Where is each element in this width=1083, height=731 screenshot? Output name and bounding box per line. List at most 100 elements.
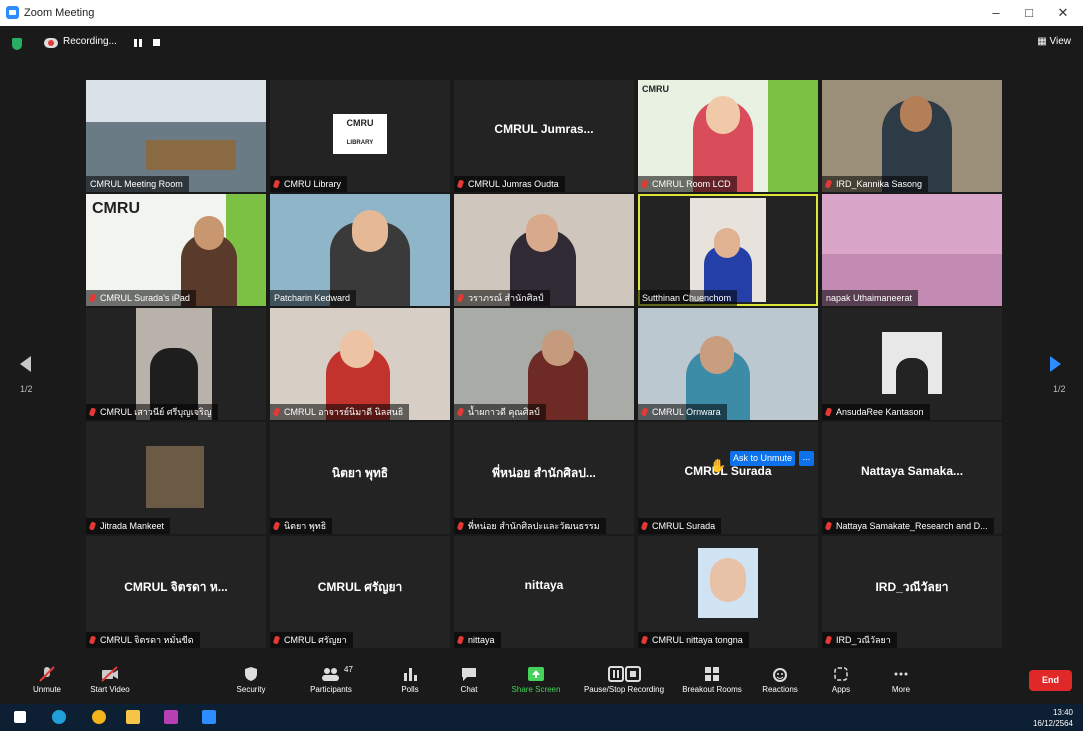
- muted-mic-icon: [456, 179, 465, 189]
- muted-mic-icon: [456, 635, 465, 645]
- muted-mic-icon: [640, 635, 649, 645]
- participant-name-tag: Jitrada Mankeet: [86, 518, 171, 534]
- zoom-taskbar-icon[interactable]: [202, 710, 216, 724]
- video-tile[interactable]: CMRUL Ornwara: [638, 308, 818, 420]
- muted-mic-icon: [88, 521, 97, 531]
- video-tile[interactable]: Jitrada Mankeet: [86, 422, 266, 534]
- share-screen-button[interactable]: Share Screen: [506, 665, 566, 694]
- video-tile[interactable]: นิตยา พุทธิ นิตยา พุทธิ: [270, 422, 450, 534]
- muted-mic-icon: [640, 407, 649, 417]
- reactions-button[interactable]: Reactions: [758, 665, 802, 694]
- video-tile[interactable]: IRD_วณีวัลยา IRD_วณีวัลยา: [822, 536, 1002, 648]
- more-dots-icon: [886, 665, 916, 685]
- minimize-button[interactable]: –: [982, 4, 1010, 22]
- video-tile[interactable]: CMRU LIBRARY CMRU Library: [270, 80, 450, 192]
- edge-icon[interactable]: [52, 710, 66, 724]
- apps-button[interactable]: Apps: [826, 665, 856, 694]
- cmru-library-logo: CMRU LIBRARY: [333, 114, 387, 154]
- video-tile[interactable]: CMRUL Jumras... CMRUL Jumras Oudta: [454, 80, 634, 192]
- encryption-shield-icon[interactable]: [12, 38, 22, 50]
- video-tile[interactable]: CMRUL ศรัญยา CMRUL ศรัญยา: [270, 536, 450, 648]
- participants-label: Participants: [310, 685, 352, 694]
- video-tile[interactable]: พี่หน่อย สำนักศิลป... พี่หน่อย สำนักศิลป…: [454, 422, 634, 534]
- unmute-button[interactable]: Unmute: [24, 665, 70, 694]
- participant-name-tag: CMRUL Surada: [638, 518, 722, 534]
- participant-display-name: CMRUL ศรัญยา: [317, 580, 403, 594]
- hand-cursor-icon: ✋: [710, 458, 727, 473]
- video-tile[interactable]: IRD_Kannika Sasong: [822, 80, 1002, 192]
- participant-name-tag: CMRU Library: [270, 176, 348, 192]
- chat-button[interactable]: Chat: [453, 665, 485, 694]
- app-icon[interactable]: [164, 710, 178, 724]
- video-tile[interactable]: CMRUL Surada ✋ CMRUL Surada: [638, 422, 818, 534]
- polls-button[interactable]: Polls: [395, 665, 425, 694]
- meeting-toolbar: Unmute Start Video Security 47 Participa…: [0, 661, 1083, 704]
- video-tile[interactable]: CMRUL เสาวนีย์ ศรีบุญเจริญ: [86, 308, 266, 420]
- muted-mic-icon: [456, 293, 465, 303]
- video-tile[interactable]: วราภรณ์ สำนักศิลป์: [454, 194, 634, 306]
- participant-display-name: CMRUL จิตรดา ห...: [124, 580, 228, 594]
- pause-stop-recording-button[interactable]: Pause/Stop Recording: [578, 665, 670, 694]
- participants-count: 47: [344, 665, 353, 674]
- title-bar: Zoom Meeting – □ ✕: [0, 0, 1083, 26]
- end-meeting-button[interactable]: End: [1029, 670, 1072, 691]
- participant-name-tag: นิตยา พุทธิ: [270, 518, 333, 534]
- video-tile[interactable]: Nattaya Samaka... Nattaya Samakate_Resea…: [822, 422, 1002, 534]
- muted-mic-icon: [824, 407, 833, 417]
- close-button[interactable]: ✕: [1049, 4, 1077, 22]
- maximize-button[interactable]: □: [1015, 4, 1043, 22]
- start-video-button[interactable]: Start Video: [82, 665, 138, 694]
- view-button[interactable]: ▦ View: [1037, 36, 1071, 47]
- file-explorer-icon[interactable]: [126, 710, 140, 724]
- participant-display-name: Nattaya Samaka...: [860, 464, 964, 478]
- participant-name-tag: CMRUL nittaya tongna: [638, 632, 749, 648]
- windows-start-icon[interactable]: [14, 711, 26, 723]
- video-tile[interactable]: napak Uthaimaneerat: [822, 194, 1002, 306]
- muted-mic-icon: [640, 521, 649, 531]
- video-tile[interactable]: CMRU CMRUL Surada's iPad: [86, 194, 266, 306]
- shield-icon: [228, 665, 274, 685]
- participant-name-tag: Sutthinan Chuenchom: [638, 290, 738, 306]
- video-tile[interactable]: CMRUL Meeting Room: [86, 80, 266, 192]
- active-speaker-tile[interactable]: Sutthinan Chuenchom: [638, 194, 818, 306]
- muted-mic-icon: [272, 635, 281, 645]
- next-page-arrow-icon[interactable]: [1050, 356, 1061, 372]
- participant-display-name: พี่หน่อย สำนักศิลป...: [492, 466, 596, 480]
- previous-page-arrow-icon[interactable]: [20, 356, 31, 372]
- video-tile[interactable]: CMRUL nittaya tongna: [638, 536, 818, 648]
- breakout-rooms-label: Breakout Rooms: [682, 685, 742, 694]
- muted-mic-icon: [456, 407, 465, 417]
- video-tile[interactable]: CMRU CMRUL Room LCD: [638, 80, 818, 192]
- tile-more-button[interactable]: ...: [799, 451, 814, 466]
- chrome-icon[interactable]: [92, 710, 106, 724]
- more-label: More: [891, 685, 911, 694]
- security-button[interactable]: Security: [228, 665, 274, 694]
- video-tile[interactable]: AnsudaRee Kantason: [822, 308, 1002, 420]
- muted-mic-icon: [456, 521, 465, 531]
- unmute-label: Unmute: [32, 685, 61, 694]
- muted-mic-icon: [88, 635, 97, 645]
- participants-button[interactable]: 47 Participants: [300, 665, 362, 694]
- cmru-library-logo: CMRU: [642, 84, 669, 94]
- video-tile[interactable]: CMRUL จิตรดา ห... CMRUL จิตรดา หมั่นขีด: [86, 536, 266, 648]
- breakout-rooms-button[interactable]: Breakout Rooms: [677, 665, 747, 694]
- pause-recording-icon[interactable]: [134, 39, 142, 47]
- participant-name-tag: CMRUL Jumras Oudta: [454, 176, 565, 192]
- more-button[interactable]: More: [886, 665, 916, 694]
- stop-recording-icon[interactable]: [153, 39, 160, 46]
- participant-face: [710, 558, 746, 602]
- video-tile[interactable]: nittaya nittaya: [454, 536, 634, 648]
- apps-icon: [826, 665, 856, 685]
- participant-name-tag: CMRUL Surada's iPad: [86, 290, 196, 306]
- muted-mic-icon: [824, 635, 833, 645]
- participant-name-tag: Nattaya Samakate_Research and D...: [822, 518, 994, 534]
- video-tile[interactable]: น้ำผกาวดี คุณศิลป์: [454, 308, 634, 420]
- video-tile[interactable]: Patcharin Kedward: [270, 194, 450, 306]
- leaf-background: [768, 80, 818, 192]
- video-off-icon: [82, 665, 138, 685]
- video-tile[interactable]: CMRUL อาจารย์นิมาดี นิลสนธิ: [270, 308, 450, 420]
- participant-face: [194, 216, 224, 250]
- video-stage: Recording... ▦ View 1/2 1/2 CMRUL Meetin…: [0, 26, 1083, 661]
- polls-icon: [395, 665, 425, 685]
- ask-to-unmute-button[interactable]: Ask to Unmute: [730, 451, 795, 466]
